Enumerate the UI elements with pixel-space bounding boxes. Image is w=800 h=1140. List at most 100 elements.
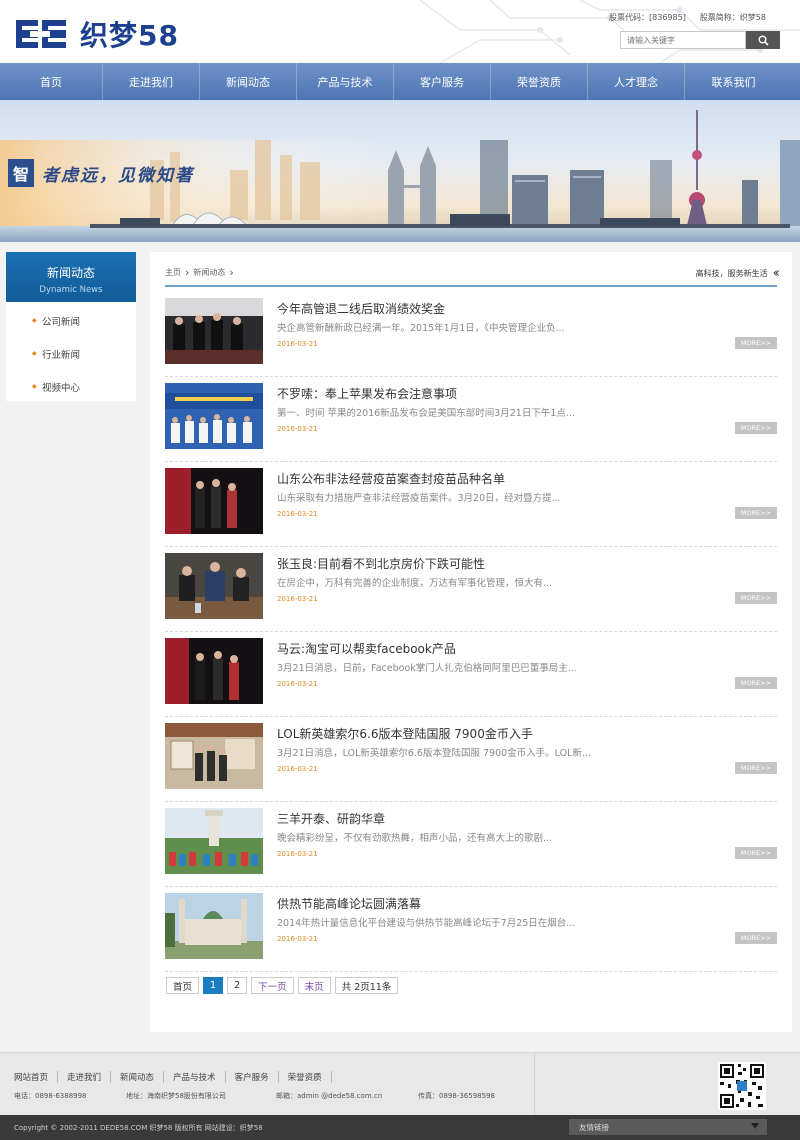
footer-link-honors[interactable]: 荣誉资质: [279, 1071, 332, 1083]
more-button[interactable]: MORE>>: [735, 677, 777, 689]
more-button[interactable]: MORE>>: [735, 847, 777, 859]
pager-next[interactable]: 下一页: [251, 977, 294, 994]
news-date: 2016-03-21: [277, 935, 318, 943]
news-date: 2016-03-21: [277, 850, 318, 858]
nav-item-products[interactable]: 产品与技术: [297, 63, 394, 100]
search-button[interactable]: [746, 31, 780, 49]
sidebar-title: 新闻动态: [46, 266, 95, 280]
news-item[interactable]: 三羊开泰、研韵华章 晚会精彩纷呈，不仅有劲歌热舞，相声小品，还有高大上的歌剧..…: [165, 802, 777, 887]
banner: 智 者虑远，见微知著: [0, 100, 800, 242]
logo-mark-icon: [16, 20, 66, 48]
news-title[interactable]: 今年高管退二线后取消绩效奖金: [277, 300, 445, 317]
header: 织梦58 股票代码：[836985] 股票简称：织梦58: [0, 0, 800, 63]
news-list: 今年高管退二线后取消绩效奖金 央企高管新酬新政已经满一年。2015年1月1日，《…: [165, 292, 777, 972]
news-summary: 3月21日消息，日前，Facebook掌门人扎克伯格同阿里巴巴董事局主...: [277, 663, 577, 674]
news-thumbnail[interactable]: [165, 893, 263, 959]
news-title[interactable]: 山东公布非法经营疫苗案查封疫苗品种名单: [277, 470, 505, 487]
sidebar-item-company-news[interactable]: 公司新闻: [6, 304, 136, 337]
news-item[interactable]: 张玉良:目前看不到北京房价下跌可能性 在房企中，万科有完善的企业制度，万达有军事…: [165, 547, 777, 632]
pager-info-count: 2页11条: [354, 981, 392, 993]
more-button[interactable]: MORE>>: [735, 592, 777, 604]
pager-info: 共 2页11条: [334, 977, 399, 994]
bottom-bar: Copyright © 2002-2011 DEDE58.COM 织梦58 版权…: [0, 1115, 800, 1140]
news-date: 2016-03-21: [277, 765, 318, 773]
footer-link-products[interactable]: 产品与技术: [164, 1071, 226, 1083]
news-date: 2016-03-21: [277, 425, 318, 433]
pager-page-2[interactable]: 2: [227, 977, 248, 994]
news-date: 2016-03-21: [277, 510, 318, 518]
news-item[interactable]: 供热节能高峰论坛圆满落幕 2014年热计量信息化平台建设与供热节能高峰论坛于7月…: [165, 887, 777, 972]
nav-item-news[interactable]: 新闻动态: [200, 63, 297, 100]
pager-last[interactable]: 末页: [297, 977, 331, 994]
tagline: 高科技，服务新生活 ‹‹: [696, 266, 781, 281]
sidebar-item-video-center[interactable]: 视频中心: [6, 370, 136, 403]
nav-item-honors[interactable]: 荣誉资质: [491, 63, 588, 100]
stock-code: 股票代码：[836985]: [609, 13, 686, 22]
search-box: [620, 31, 780, 49]
news-summary: 在房企中，万科有完善的企业制度，万达有军事化管理，恒大有...: [277, 578, 553, 589]
search-input[interactable]: [620, 31, 746, 49]
pager-page-1[interactable]: 1: [203, 977, 224, 994]
news-title[interactable]: LOL新英雄索尔6.6版本登陆国服 7900金币入手: [277, 725, 533, 742]
pager-first[interactable]: 首页: [166, 977, 200, 994]
banner-slogan: 智 者虑远，见微知著: [8, 159, 194, 187]
search-icon: [758, 35, 769, 46]
nav-item-talent[interactable]: 人才理念: [588, 63, 685, 100]
friend-links-select[interactable]: 友情链接: [569, 1119, 767, 1135]
news-thumbnail[interactable]: [165, 723, 263, 789]
footer-link-home[interactable]: 网站首页: [14, 1071, 59, 1083]
sidebar-item-label: 视频中心: [42, 382, 81, 394]
more-button[interactable]: MORE>>: [735, 507, 777, 519]
news-thumbnail[interactable]: [165, 383, 263, 449]
logo-text: 织梦58: [80, 19, 179, 52]
footer-link-service[interactable]: 客户服务: [226, 1071, 279, 1083]
nav-item-about[interactable]: 走进我们: [103, 63, 200, 100]
more-button[interactable]: MORE>>: [735, 337, 777, 349]
footer-fax: 传真：0898-36598598: [418, 1092, 495, 1100]
news-item[interactable]: 不罗嗦：奉上苹果发布会注意事项 第一、时间 苹果的2016新品发布会是美国东部时…: [165, 377, 777, 462]
footer-phone: 电话：0898-6388998: [14, 1092, 87, 1100]
sidebar: 新闻动态 Dynamic News 公司新闻 行业新闻 视频中心: [6, 252, 136, 401]
news-title[interactable]: 不罗嗦：奉上苹果发布会注意事项: [277, 385, 457, 402]
main-nav: 首页 走进我们 新闻动态 产品与技术 客户服务 荣誉资质 人才理念 联系我们: [0, 63, 800, 100]
more-button[interactable]: MORE>>: [735, 932, 777, 944]
news-item[interactable]: LOL新英雄索尔6.6版本登陆国服 7900金币入手 3月21日消息，LOL新英…: [165, 717, 777, 802]
more-button[interactable]: MORE>>: [735, 762, 777, 774]
news-item[interactable]: 马云:淘宝可以帮卖facebook产品 3月21日消息，日前，Facebook掌…: [165, 632, 777, 717]
sidebar-item-industry-news[interactable]: 行业新闻: [6, 337, 136, 370]
footer-address: 地址：海南织梦58股份有限公司: [126, 1092, 226, 1100]
news-thumbnail[interactable]: [165, 808, 263, 874]
news-thumbnail[interactable]: [165, 638, 263, 704]
news-title[interactable]: 三羊开泰、研韵华章: [277, 810, 385, 827]
news-summary: 2014年热计量信息化平台建设与供热节能高峰论坛于7月25日在烟台...: [277, 918, 576, 929]
caret-down-icon: [751, 1123, 759, 1129]
news-title[interactable]: 马云:淘宝可以帮卖facebook产品: [277, 640, 456, 657]
breadcrumb: 主页 › 新闻动态 ›: [165, 266, 234, 279]
main-content: 主页 › 新闻动态 › 高科技，服务新生活 ‹‹ 今年高管退二线后取消绩效奖金 …: [150, 252, 792, 1032]
footer-link-about[interactable]: 走进我们: [58, 1071, 112, 1083]
news-item[interactable]: 今年高管退二线后取消绩效奖金 央企高管新酬新政已经满一年。2015年1月1日，《…: [165, 292, 777, 377]
copyright: Copyright © 2002-2011 DEDE58.COM 织梦58 版权…: [14, 1124, 263, 1132]
news-summary: 3月21日消息，LOL新英雄索尔6.6版本登陆国服 7900金币入手。LOL新.…: [277, 748, 591, 759]
news-thumbnail[interactable]: [165, 468, 263, 534]
nav-item-contact[interactable]: 联系我们: [685, 63, 782, 100]
news-date: 2016-03-21: [277, 340, 318, 348]
nav-item-home[interactable]: 首页: [0, 63, 103, 100]
pagination: 首页 1 2 下一页 末页 共 2页11条: [166, 977, 399, 994]
news-thumbnail[interactable]: [165, 298, 263, 364]
nav-item-service[interactable]: 客户服务: [394, 63, 491, 100]
news-summary: 山东采取有力措施严查非法经营疫苗案件。3月20日，经对暨方提...: [277, 493, 561, 504]
footer-divider: [534, 1053, 535, 1116]
news-thumbnail[interactable]: [165, 553, 263, 619]
slogan-mark: 智: [8, 159, 34, 187]
news-title[interactable]: 供热节能高峰论坛圆满落幕: [277, 895, 421, 912]
news-title[interactable]: 张玉良:目前看不到北京房价下跌可能性: [277, 555, 485, 572]
stock-abbr: 股票简称：织梦58: [699, 13, 766, 22]
breadcrumb-current[interactable]: 新闻动态: [193, 267, 225, 278]
breadcrumb-home[interactable]: 主页: [165, 267, 181, 278]
news-item[interactable]: 山东公布非法经营疫苗案查封疫苗品种名单 山东采取有力措施严查非法经营疫苗案件。3…: [165, 462, 777, 547]
more-button[interactable]: MORE>>: [735, 422, 777, 434]
news-date: 2016-03-21: [277, 595, 318, 603]
footer-link-news[interactable]: 新闻动态: [111, 1071, 165, 1083]
site-logo[interactable]: 织梦58: [16, 14, 179, 54]
